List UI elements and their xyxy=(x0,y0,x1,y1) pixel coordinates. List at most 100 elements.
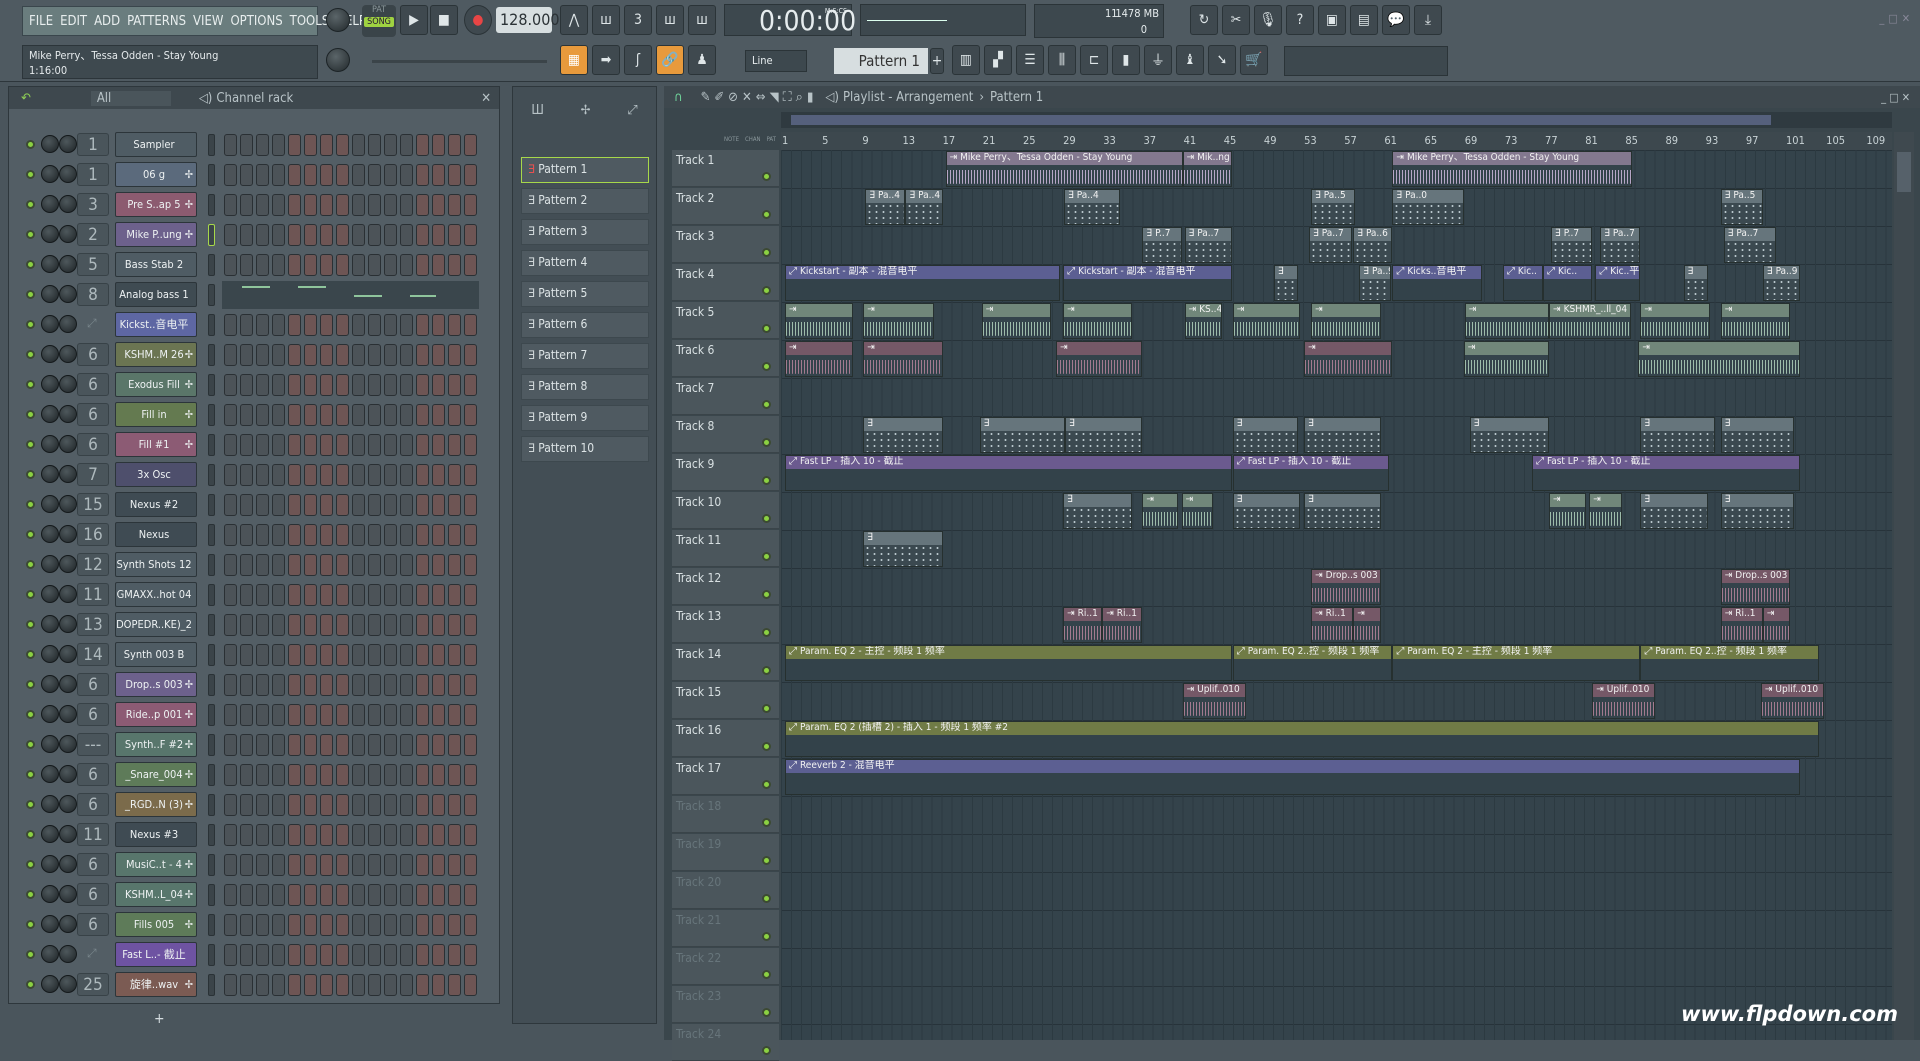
step-button[interactable] xyxy=(240,374,253,396)
step-button[interactable] xyxy=(368,404,381,426)
step-button[interactable] xyxy=(288,914,301,936)
glide-button[interactable]: ʃ xyxy=(624,45,652,75)
channel-mixer-track[interactable]: 14 xyxy=(77,643,109,666)
step-button[interactable] xyxy=(256,944,269,966)
step-button[interactable] xyxy=(320,614,333,636)
channel-mixer-track[interactable]: 12 xyxy=(77,553,109,576)
step-button[interactable] xyxy=(224,404,237,426)
step-button[interactable] xyxy=(336,254,349,276)
col-chan[interactable]: CHAN xyxy=(745,136,761,143)
pattern-selector[interactable]: Pattern 1 xyxy=(834,48,928,74)
track-header[interactable]: Track 20 xyxy=(672,872,779,909)
step-button[interactable] xyxy=(448,254,461,276)
step-button[interactable] xyxy=(288,314,301,336)
step-button[interactable] xyxy=(352,764,365,786)
step-button[interactable] xyxy=(432,464,445,486)
channel-select[interactable] xyxy=(208,464,215,486)
step-edit-button[interactable]: ш xyxy=(656,5,684,35)
channel-select[interactable] xyxy=(208,584,215,606)
playlist-clip[interactable]: ⤢ Fast LP - 插入 10 - 截止 xyxy=(1232,455,1390,491)
track-header[interactable]: Track 9 xyxy=(672,454,779,491)
step-button[interactable] xyxy=(304,314,317,336)
track-enable-led[interactable] xyxy=(762,1046,771,1055)
playlist-clip[interactable]: ⇥ Ri..1 xyxy=(1720,607,1763,643)
step-button[interactable] xyxy=(400,254,413,276)
step-button[interactable] xyxy=(336,164,349,186)
step-button[interactable] xyxy=(368,674,381,696)
link-button[interactable]: 🔗 xyxy=(656,45,684,75)
track-enable-led[interactable] xyxy=(762,476,771,485)
channel-mixer-track[interactable]: 6 xyxy=(77,883,109,906)
step-button[interactable] xyxy=(288,944,301,966)
channel-row[interactable]: 7 3x Osc xyxy=(9,460,489,490)
track-header[interactable]: Track 2 xyxy=(672,188,779,225)
step-button[interactable] xyxy=(448,644,461,666)
step-button[interactable] xyxy=(416,614,429,636)
step-button[interactable] xyxy=(320,914,333,936)
step-button[interactable] xyxy=(256,134,269,156)
channel-name-button[interactable]: Analog bass 1 xyxy=(115,282,197,307)
channel-mute-led[interactable] xyxy=(26,470,35,479)
step-button[interactable] xyxy=(224,644,237,666)
track-enable-led[interactable] xyxy=(762,438,771,447)
picker-patterns-icon[interactable]: Ш xyxy=(531,103,544,118)
step-button[interactable] xyxy=(464,914,477,936)
step-button[interactable] xyxy=(400,764,413,786)
playlist-clip[interactable]: ⤢ Param. EQ 2 (插槽 2) - 插入 1 - 频段 1 频率 #2 xyxy=(785,721,1820,757)
channel-volume-knob[interactable] xyxy=(41,405,59,423)
step-button[interactable] xyxy=(256,404,269,426)
step-button[interactable] xyxy=(320,374,333,396)
channel-select[interactable] xyxy=(208,914,215,936)
step-button[interactable] xyxy=(224,764,237,786)
shop-button[interactable]: 🛒 xyxy=(1240,45,1268,75)
step-button[interactable] xyxy=(256,914,269,936)
step-button[interactable] xyxy=(368,494,381,516)
track-header[interactable]: Track 10 xyxy=(672,492,779,529)
piano-roll-preview[interactable] xyxy=(222,281,479,309)
step-button[interactable] xyxy=(272,374,285,396)
close-icon[interactable]: ✕ xyxy=(481,91,491,106)
channel-row[interactable]: 5 Bass Stab 2 xyxy=(9,250,489,280)
channel-row[interactable]: 6 _RGD..N (3) ✢ xyxy=(9,790,489,820)
playlist-clip[interactable]: ⇥ xyxy=(981,303,1052,339)
step-button[interactable] xyxy=(384,794,397,816)
step-button[interactable] xyxy=(272,644,285,666)
channel-mute-led[interactable] xyxy=(26,860,35,869)
channel-select[interactable] xyxy=(208,824,215,846)
channel-select[interactable] xyxy=(208,554,215,576)
step-button[interactable] xyxy=(304,134,317,156)
step-button[interactable] xyxy=(320,824,333,846)
track-header[interactable]: Track 4 xyxy=(672,264,779,301)
playlist-clip[interactable]: ∃ xyxy=(1720,493,1794,529)
step-button[interactable] xyxy=(224,134,237,156)
channel-volume-knob[interactable] xyxy=(41,885,59,903)
channel-select[interactable] xyxy=(208,524,215,546)
step-button[interactable] xyxy=(240,854,253,876)
channel-select[interactable] xyxy=(208,734,215,756)
channel-volume-knob[interactable] xyxy=(41,915,59,933)
channel-mute-led[interactable] xyxy=(26,830,35,839)
step-button[interactable] xyxy=(272,674,285,696)
step-button[interactable] xyxy=(304,164,317,186)
step-button[interactable] xyxy=(352,734,365,756)
step-button[interactable] xyxy=(352,374,365,396)
pattern-item[interactable]: ∃ Pattern 10 xyxy=(521,436,649,462)
step-button[interactable] xyxy=(400,704,413,726)
step-button[interactable] xyxy=(224,374,237,396)
step-button[interactable] xyxy=(416,554,429,576)
playlist-clip[interactable]: ⇥ xyxy=(785,341,854,377)
playlist-clip[interactable]: ∃ Pa..7 xyxy=(1723,227,1776,263)
step-button[interactable] xyxy=(416,854,429,876)
playlist-clip[interactable]: ∃ P..7 xyxy=(1551,227,1593,263)
channel-row[interactable]: ⤢ Kickst..音电平 xyxy=(9,310,489,340)
playlist-clip[interactable]: ∃ xyxy=(1232,417,1299,453)
playlist-clip[interactable]: ∃ xyxy=(1683,265,1708,301)
channel-mixer-track[interactable]: 1 xyxy=(77,163,109,186)
playlist-clip[interactable]: ∃ xyxy=(1232,493,1301,529)
step-button[interactable] xyxy=(416,314,429,336)
step-button[interactable] xyxy=(432,584,445,606)
step-button[interactable] xyxy=(320,884,333,906)
step-button[interactable] xyxy=(224,974,237,996)
channel-volume-knob[interactable] xyxy=(41,465,59,483)
step-button[interactable] xyxy=(224,164,237,186)
